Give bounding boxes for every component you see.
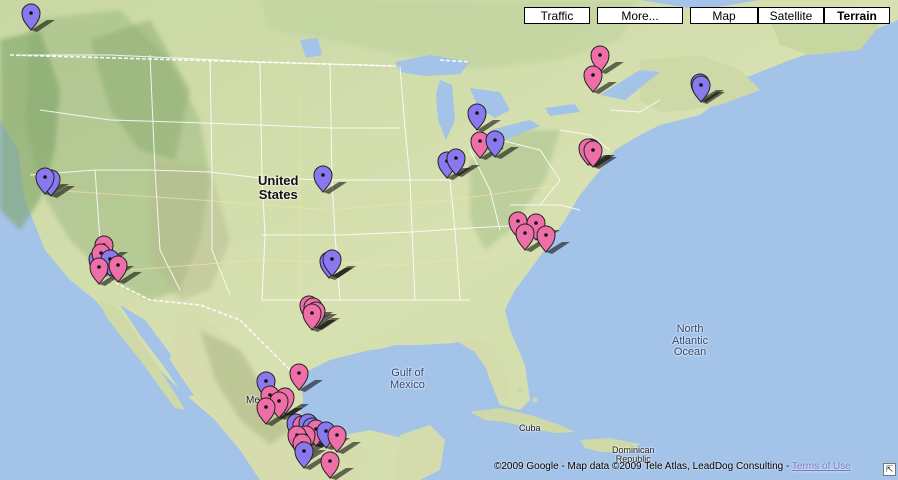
map-type-satellite-button[interactable]: Satellite	[758, 7, 824, 24]
map-type-terrain-button[interactable]: Terrain	[824, 7, 890, 24]
traffic-button[interactable]: Traffic	[524, 7, 590, 24]
terms-of-use-link[interactable]: Terms of Use	[792, 461, 851, 472]
marker-layer	[21, 3, 725, 480]
map-canvas[interactable]: United States Gulf of Mexico North Atlan…	[0, 0, 898, 480]
corner-arrow-icon[interactable]: ⇱	[883, 463, 896, 476]
copyright-text: ©2009 Google - Map data ©2009 Tele Atlas…	[494, 461, 792, 472]
more-button[interactable]: More...	[597, 7, 683, 24]
map-type-map-button[interactable]: Map	[690, 7, 758, 24]
copyright-notice: ©2009 Google - Map data ©2009 Tele Atlas…	[494, 461, 851, 472]
